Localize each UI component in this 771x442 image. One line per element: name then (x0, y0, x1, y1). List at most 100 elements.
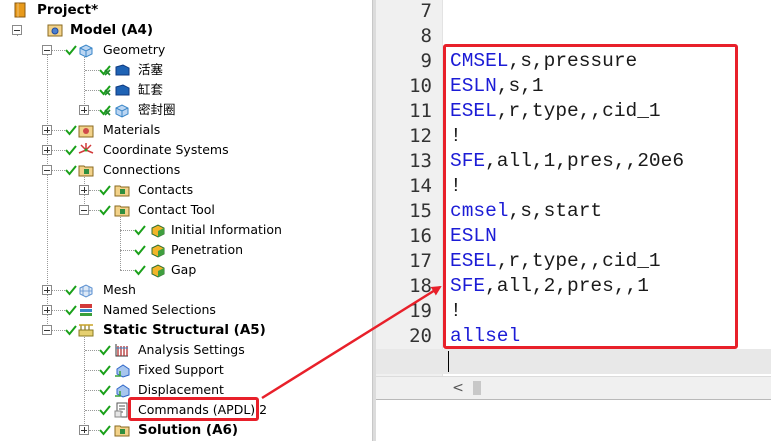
tree-horizontal-connector (85, 410, 99, 411)
tree-item[interactable]: Connections (0, 160, 372, 180)
tree-item-label: Solution (A6) (138, 422, 239, 438)
tree-item[interactable]: Mesh (0, 280, 372, 300)
text-cursor (448, 351, 449, 372)
tree-item-label: Initial Information (171, 222, 282, 237)
collapse-icon[interactable] (42, 45, 52, 55)
collapse-icon[interactable] (79, 205, 89, 215)
tree-item[interactable]: Model (A4) (0, 20, 372, 40)
tree-item[interactable]: Fixed Support (0, 360, 372, 380)
line-number: 9 (420, 50, 432, 72)
named-selections-icon (80, 304, 92, 316)
tree-item[interactable]: 密封圈 (0, 100, 372, 120)
expand-icon[interactable] (42, 305, 52, 315)
tree-horizontal-connector (89, 430, 99, 431)
tree-item-label: Project* (37, 2, 99, 18)
expand-icon[interactable] (79, 185, 89, 195)
tree-item-label: 缸套 (138, 82, 164, 97)
line-number: 20 (409, 325, 432, 347)
tree-item[interactable]: Analysis Settings (0, 340, 372, 360)
tree-horizontal-connector (120, 250, 134, 251)
scrollbar-thumb[interactable] (473, 381, 481, 395)
line-number: 11 (409, 100, 432, 122)
tree-horizontal-connector (89, 190, 99, 191)
expand-icon[interactable] (42, 145, 52, 155)
mesh-icon (79, 284, 93, 298)
tree-horizontal-connector (85, 370, 99, 371)
expand-icon[interactable] (42, 125, 52, 135)
line-number: 7 (420, 0, 432, 22)
multibody-part-icon (115, 104, 129, 118)
status-check-icon (65, 125, 77, 136)
tree-item[interactable]: Named Selections (0, 300, 372, 320)
tree-item[interactable]: Penetration (0, 240, 372, 260)
tree-horizontal-connector (52, 150, 65, 151)
contact-result-icon (151, 244, 165, 258)
collapse-icon[interactable] (12, 25, 22, 35)
contact-tool-icon (114, 205, 130, 217)
status-check-icon (99, 345, 111, 356)
tree-item-label: 活塞 (138, 62, 164, 77)
tree-item[interactable]: Gap (0, 260, 372, 280)
tree-item[interactable]: Initial Information (0, 220, 372, 240)
status-check-icon (99, 185, 111, 196)
tree-item-label: Contact Tool (138, 202, 215, 217)
tree-item[interactable]: 缸套 (0, 80, 372, 100)
tree-horizontal-connector (52, 50, 65, 51)
status-check-icon (65, 145, 77, 156)
tree-item-label: Model (A4) (70, 22, 154, 38)
status-check-icon (65, 165, 77, 176)
line-number: 8 (420, 25, 432, 47)
tree-horizontal-connector (89, 110, 99, 111)
tree-item-label: Coordinate Systems (103, 142, 229, 157)
outline-tree-panel: Project* Model (A4) Geometry 活塞缸套密封圈 Materia… (0, 0, 372, 441)
tree-item-label: Static Structural (A5) (103, 322, 266, 338)
tree-item[interactable]: Contact Tool (0, 200, 372, 220)
tree-item[interactable]: 活塞 (0, 60, 372, 80)
commands-highlight-box (128, 397, 259, 421)
horizontal-scrollbar[interactable]: < (376, 376, 771, 399)
expand-icon[interactable] (42, 285, 52, 295)
status-check-icon (99, 65, 111, 76)
collapse-icon[interactable] (42, 165, 52, 175)
line-number: 15 (409, 200, 432, 222)
line-number: 10 (409, 75, 432, 97)
status-check-icon (65, 325, 77, 336)
tree-item-label: Gap (171, 262, 197, 277)
model-icon (47, 24, 63, 37)
static-structural-icon (78, 324, 94, 337)
solution-icon (114, 425, 130, 437)
tree-item[interactable]: Project* (0, 0, 372, 20)
status-check-icon (99, 425, 111, 436)
tree-item[interactable]: Contacts (0, 180, 372, 200)
tree-horizontal-connector (85, 350, 99, 351)
displacement-icon (115, 384, 130, 398)
scroll-left-arrow-icon[interactable]: < (448, 378, 468, 398)
tree-horizontal-connector (85, 70, 99, 71)
line-number: 17 (409, 250, 432, 272)
current-line-highlight (376, 349, 771, 374)
tree-item[interactable]: Static Structural (A5) (0, 320, 372, 340)
tree-item[interactable]: Solution (A6) (0, 420, 372, 440)
tree-item[interactable]: Geometry (0, 40, 372, 60)
code-highlight-box (443, 44, 738, 349)
status-check-icon (99, 105, 111, 116)
status-check-icon (65, 285, 77, 296)
status-check-icon (99, 385, 111, 396)
collapse-icon[interactable] (42, 325, 52, 335)
contacts-folder-icon (114, 185, 130, 197)
status-check-icon (134, 225, 146, 236)
analysis-settings-icon (115, 344, 128, 357)
tree-horizontal-connector (52, 330, 65, 331)
expand-icon[interactable] (79, 425, 89, 435)
line-number: 18 (409, 275, 432, 297)
coordinate-systems-icon (78, 143, 94, 154)
status-check-icon (65, 45, 77, 56)
tree-item[interactable]: Materials (0, 120, 372, 140)
tree-horizontal-connector (52, 130, 65, 131)
tree-item-label: 密封圈 (138, 102, 176, 117)
status-check-icon (99, 205, 111, 216)
tree-item[interactable]: Coordinate Systems (0, 140, 372, 160)
expand-icon[interactable] (79, 105, 89, 115)
tree-item-label: Geometry (103, 42, 166, 57)
line-number: 14 (409, 175, 432, 197)
